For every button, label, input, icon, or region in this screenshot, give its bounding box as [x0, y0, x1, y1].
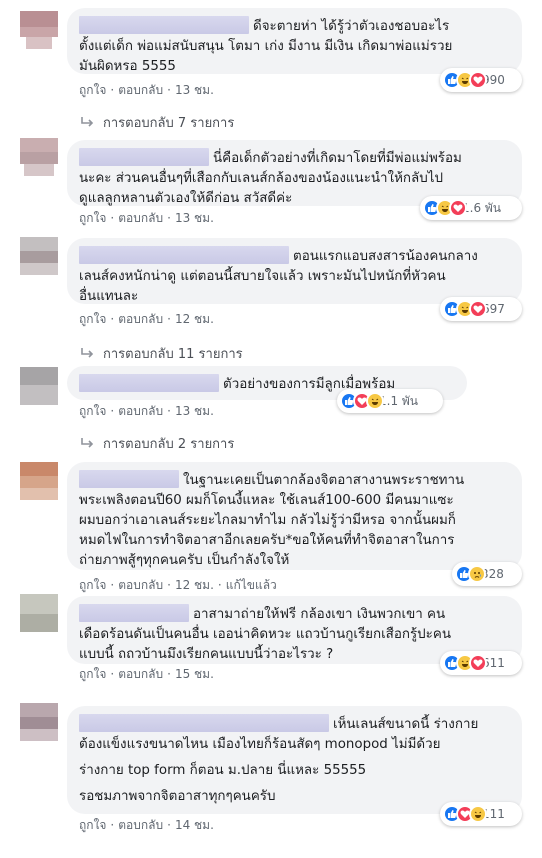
reply-link[interactable]: ตอบกลับ: [118, 211, 163, 225]
comment-line: ตั้งแต่เด็ก พ่อแม่สนับสนุน โตมา เก่ง มีง…: [79, 39, 453, 54]
love-icon: [449, 199, 467, 217]
redacted-author-name[interactable]: [79, 148, 209, 166]
comment-actions: ถูกใจ · ตอบกลับ · 13 ชม.: [79, 211, 214, 225]
comment-line: นี่คือเด็กตัวอย่างที่เกิดมาโดยที่มีพ่อแม…: [79, 148, 510, 169]
like-link[interactable]: ถูกใจ: [79, 312, 106, 326]
reaction-summary[interactable]: 328: [452, 562, 522, 586]
like-link[interactable]: ถูกใจ: [79, 667, 106, 681]
haha-icon: [366, 392, 384, 410]
reaction-count: 1.1 พัน: [379, 393, 419, 408]
reaction-summary[interactable]: 990: [440, 68, 522, 92]
reply-arrow-icon: [81, 347, 94, 358]
reaction-summary[interactable]: 611: [440, 651, 522, 675]
comment-line: ถ่ายภาพสู้ๆทุกคนครับ เป็นกำลังใจให้: [79, 553, 290, 568]
view-replies-link[interactable]: การตอบกลับ 2 รายการ: [79, 433, 234, 454]
reply-arrow-icon: [81, 116, 94, 127]
sad-icon: [468, 565, 486, 583]
comment-line: นะคะ ส่วนคนอื่นๆที่เสือกกับเลนส์กล้องของ…: [79, 171, 443, 186]
timestamp[interactable]: 15 ชม.: [175, 667, 214, 681]
reaction-count: 1.6 พัน: [462, 200, 502, 215]
reaction-summary[interactable]: 697: [440, 297, 522, 321]
replies-count-label: การตอบกลับ 2 รายการ: [103, 437, 235, 452]
love-icon: [469, 300, 487, 318]
like-link[interactable]: ถูกใจ: [79, 211, 106, 225]
timestamp[interactable]: 13 ชม.: [175, 83, 214, 97]
reply-link[interactable]: ตอบกลับ: [118, 818, 163, 832]
reply-arrow-icon: [81, 437, 94, 448]
redacted-author-name[interactable]: [79, 374, 219, 392]
timestamp[interactable]: 12 ชม.: [175, 578, 214, 592]
like-link[interactable]: ถูกใจ: [79, 404, 106, 418]
timestamp[interactable]: 13 ชม.: [175, 211, 214, 225]
avatar[interactable]: [20, 138, 58, 176]
comment-line: ร่างกาย top form ก็ตอน ม.ปลาย นี่แหละ 55…: [79, 763, 367, 778]
redacted-author-name[interactable]: [79, 470, 179, 488]
edited-label[interactable]: แก้ไขแล้ว: [226, 578, 277, 592]
reply-link[interactable]: ตอบกลับ: [118, 312, 163, 326]
timestamp[interactable]: 12 ชม.: [175, 312, 214, 326]
redacted-author-name[interactable]: [79, 714, 329, 732]
comment-actions: ถูกใจ · ตอบกลับ · 13 ชม.: [79, 404, 214, 418]
avatar[interactable]: [20, 594, 58, 632]
avatar[interactable]: [20, 11, 58, 49]
haha-icon: [469, 805, 487, 823]
love-icon: [469, 654, 487, 672]
reply-link[interactable]: ตอบกลับ: [118, 404, 163, 418]
like-link[interactable]: ถูกใจ: [79, 83, 106, 97]
reply-link[interactable]: ตอบกลับ: [118, 578, 163, 592]
comment-line: เดือดร้อนดันเป็นคนอื่น เออน่าคิดหวะ แถวบ…: [79, 627, 451, 642]
timestamp[interactable]: 14 ชม.: [175, 818, 214, 832]
comment-line: เห็นเลนส์ขนาดนี้ ร่างกาย: [79, 714, 510, 735]
comment-line: ต้องแข็งแรงขนาดไหน เมืองไทยก็ร้อนสัดๆ mo…: [79, 737, 441, 752]
comment-bubble: ดีจะตายห่า ได้รู้ว่าตัวเองชอบอะไร ตั้งแต…: [67, 8, 522, 74]
like-link[interactable]: ถูกใจ: [79, 818, 106, 832]
view-replies-link[interactable]: การตอบกลับ 11 รายการ: [79, 343, 243, 364]
comment-line: อาสามาถ่ายให้ฟรี กล้องเขา เงินพวกเขา คน: [79, 604, 510, 625]
reply-link[interactable]: ตอบกลับ: [118, 667, 163, 681]
reaction-summary[interactable]: 111: [440, 802, 522, 826]
redacted-author-name[interactable]: [79, 246, 289, 264]
comment-line: พระเพลิงตอนปี60 ผมก็โดนงี้แหละ ใช้เลนส์1…: [79, 493, 454, 508]
avatar[interactable]: [20, 462, 58, 500]
comment-line: หมดไฟในการทำจิตอาสาอีกเลยครับ*ขอให้คนที่…: [79, 533, 455, 548]
replies-count-label: การตอบกลับ 11 รายการ: [103, 347, 243, 362]
comment-actions: ถูกใจ · ตอบกลับ · 15 ชม.: [79, 667, 214, 681]
avatar[interactable]: [20, 367, 58, 405]
comment-actions: ถูกใจ · ตอบกลับ · 12 ชม.: [79, 312, 214, 326]
like-link[interactable]: ถูกใจ: [79, 578, 106, 592]
redacted-author-name[interactable]: [79, 604, 189, 622]
redacted-author-name[interactable]: [79, 16, 249, 34]
comment-actions: ถูกใจ · ตอบกลับ · 13 ชม.: [79, 83, 214, 97]
love-icon: [469, 71, 487, 89]
comment-line: เลนส์คงหนักน่าดู แต่ตอนนี้สบายใจแล้ว เพร…: [79, 269, 446, 284]
reaction-summary[interactable]: 1.1 พัน: [337, 389, 443, 413]
comment-line: ดีจะตายห่า ได้รู้ว่าตัวเองชอบอะไร: [79, 16, 510, 37]
reply-link[interactable]: ตอบกลับ: [118, 83, 163, 97]
comment-line: ผมบอกว่าเอาเลนส์ระยะไกลมาทำไม กลัวไม่รู้…: [79, 513, 456, 528]
comment-actions: ถูกใจ · ตอบกลับ · 12 ชม. · แก้ไขแล้ว: [79, 578, 277, 592]
reaction-summary[interactable]: 1.6 พัน: [420, 196, 522, 220]
view-replies-link[interactable]: การตอบกลับ 7 รายการ: [79, 112, 234, 133]
comment-bubble: เห็นเลนส์ขนาดนี้ ร่างกาย ต้องแข็งแรงขนาด…: [67, 706, 522, 814]
comment-bubble: ในฐานะเคยเป็นตากล้องจิตอาสางานพระราชทาน …: [67, 462, 522, 570]
comment-actions: ถูกใจ · ตอบกลับ · 14 ชม.: [79, 818, 214, 832]
avatar[interactable]: [20, 703, 58, 741]
comment-line: ตอนแรกแอบสงสารน้องคนกลาง: [79, 246, 510, 267]
timestamp[interactable]: 13 ชม.: [175, 404, 214, 418]
comment-bubble: ตอนแรกแอบสงสารน้องคนกลาง เลนส์คงหนักน่าด…: [67, 238, 522, 304]
avatar[interactable]: [20, 237, 58, 275]
comment-line: ในฐานะเคยเป็นตากล้องจิตอาสางานพระราชทาน: [79, 470, 510, 491]
replies-count-label: การตอบกลับ 7 รายการ: [103, 116, 235, 131]
